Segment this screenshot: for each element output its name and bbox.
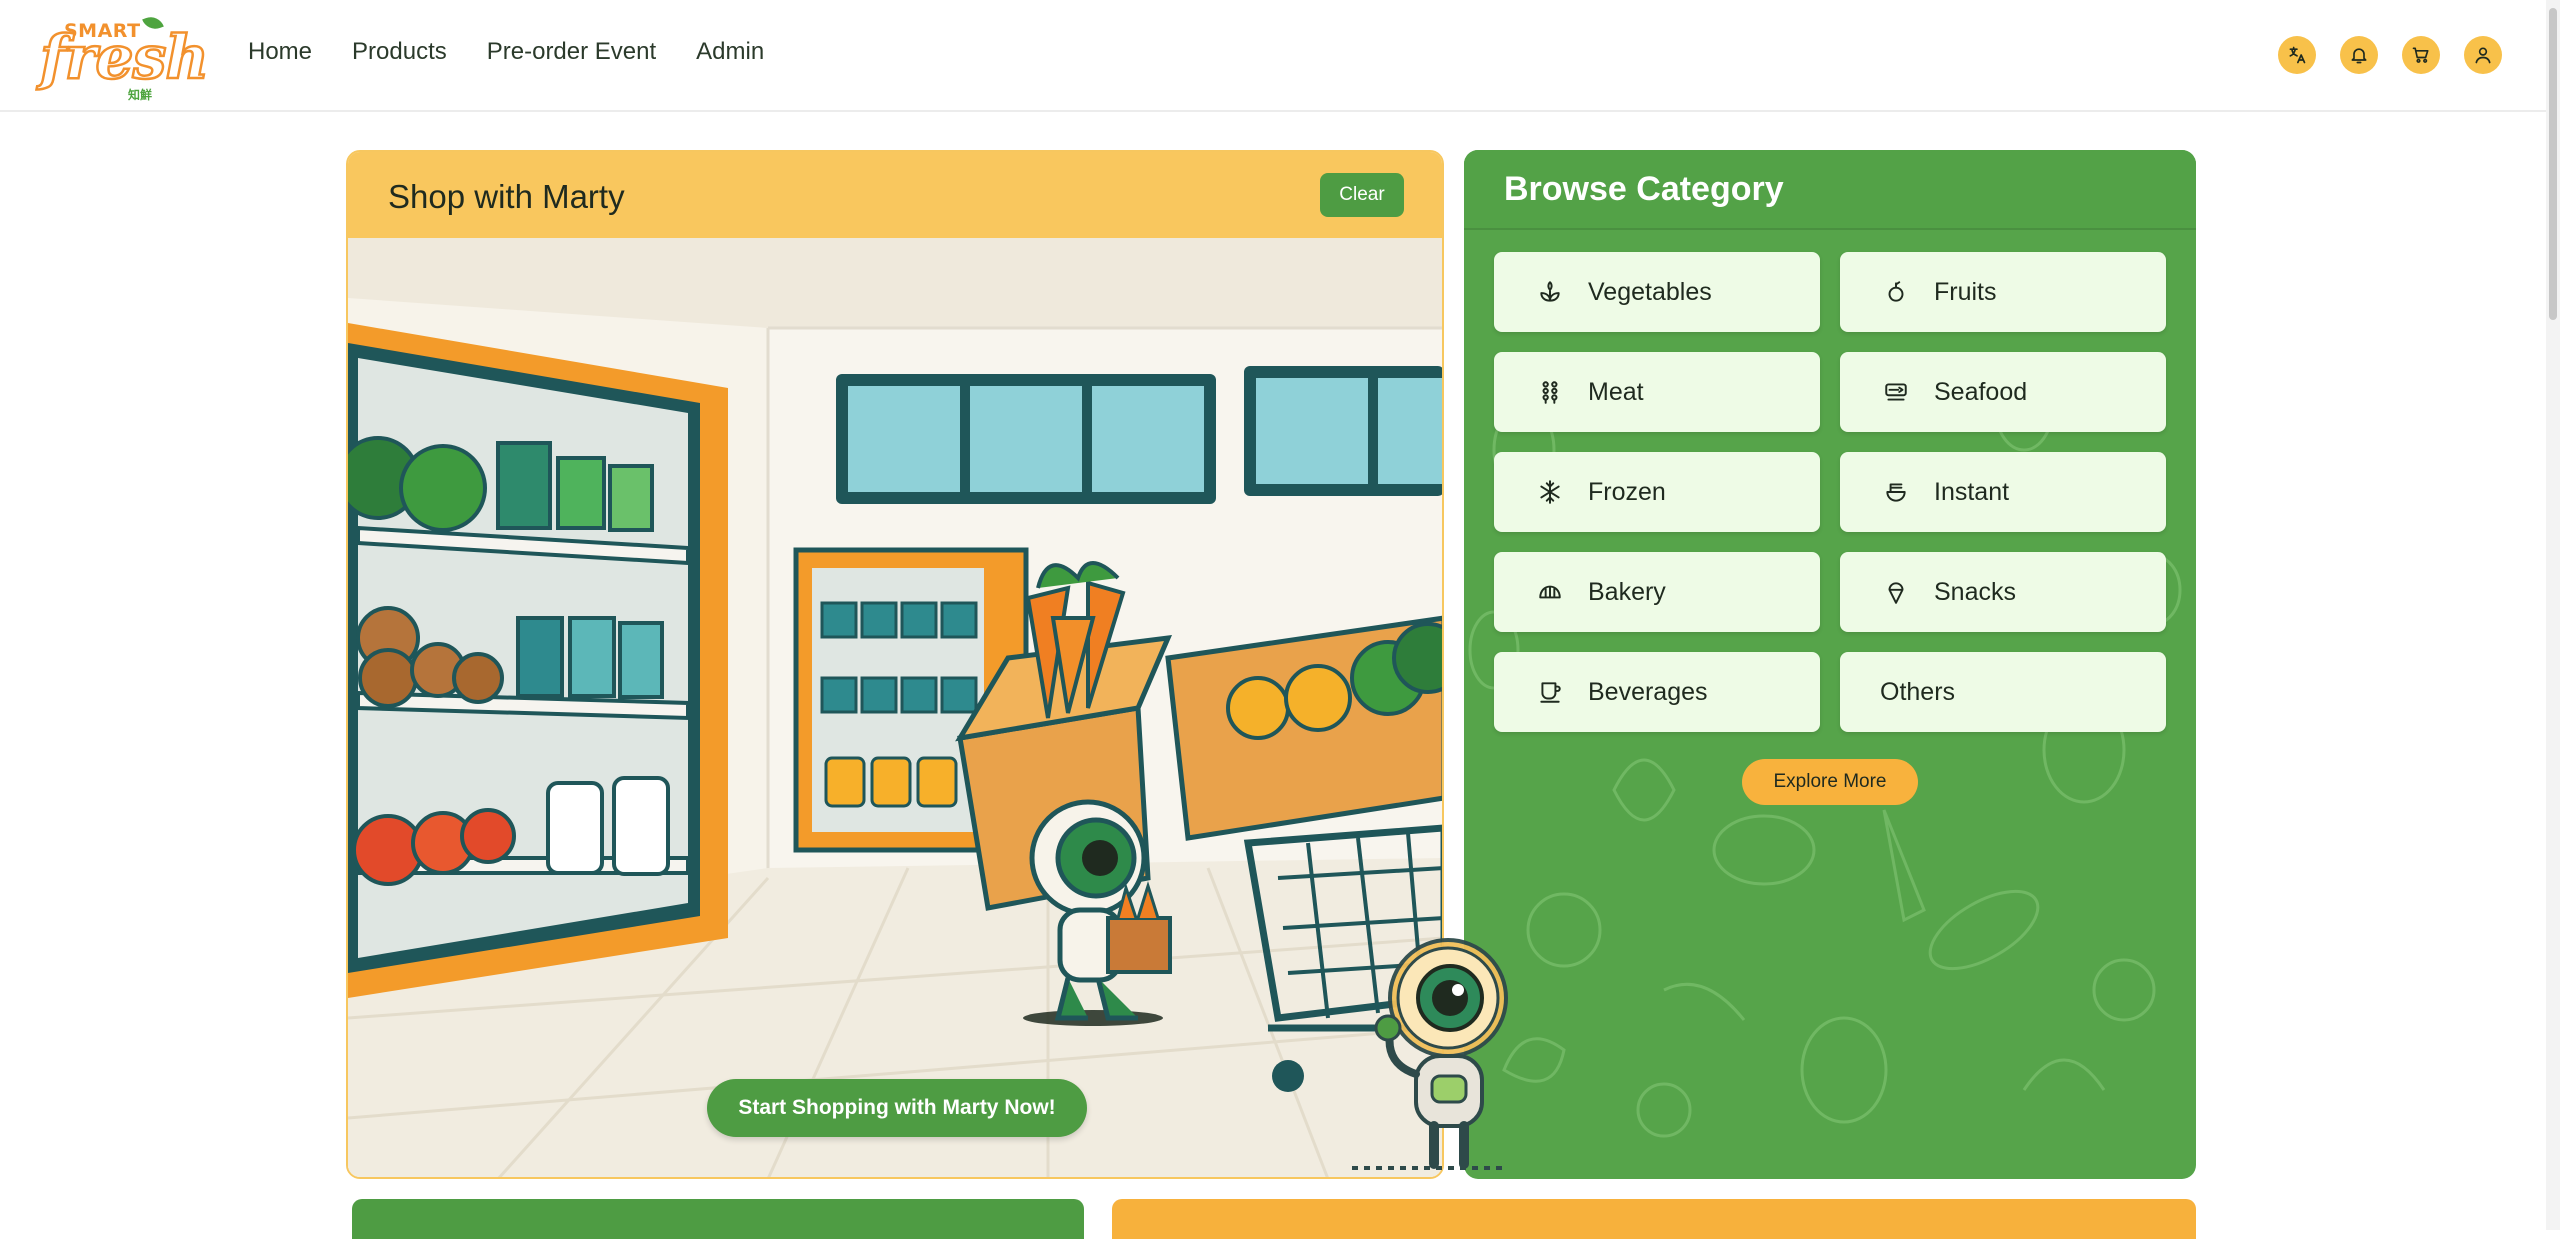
nav-link-home[interactable]: Home bbox=[248, 38, 312, 66]
logo-fresh-text: fresh bbox=[39, 23, 211, 93]
category-label: Frozen bbox=[1588, 477, 1666, 506]
category-label: Others bbox=[1880, 677, 1956, 706]
shop-card-header: Shop with Marty Clear bbox=[348, 152, 1442, 238]
category-bakery[interactable]: Bakery bbox=[1494, 552, 1820, 632]
user-icon[interactable] bbox=[2464, 36, 2502, 74]
nav-links: Home Products Pre-order Event Admin bbox=[248, 38, 764, 66]
category-others[interactable]: Others bbox=[1840, 652, 2166, 732]
category-fruits[interactable]: Fruits bbox=[1840, 252, 2166, 332]
top-navigation: SMART fresh 知鮮 Home Products Pre-order E… bbox=[0, 0, 2560, 112]
category-seafood[interactable]: Seafood bbox=[1840, 352, 2166, 432]
category-meat[interactable]: Meat bbox=[1494, 352, 1820, 432]
category-label: Vegetables bbox=[1588, 277, 1712, 306]
page-scrollbar[interactable] bbox=[2546, 0, 2560, 1230]
fish-icon bbox=[1876, 379, 1916, 405]
ice-cream-icon bbox=[1876, 579, 1916, 605]
apple-icon bbox=[1876, 279, 1916, 305]
snowflake-icon bbox=[1530, 479, 1570, 505]
category-label: Bakery bbox=[1588, 577, 1666, 606]
cup-icon bbox=[1530, 679, 1570, 705]
next-section-orange-card bbox=[1112, 1199, 2196, 1239]
explore-more-button[interactable]: Explore More bbox=[1742, 759, 1918, 805]
category-instant[interactable]: Instant bbox=[1840, 452, 2166, 532]
browse-category-title: Browse Category bbox=[1504, 170, 1784, 208]
croissant-icon bbox=[1530, 579, 1570, 605]
scrollbar-thumb[interactable] bbox=[2549, 8, 2557, 320]
category-frozen[interactable]: Frozen bbox=[1494, 452, 1820, 532]
category-snacks[interactable]: Snacks bbox=[1840, 552, 2166, 632]
nav-link-preorder-event[interactable]: Pre-order Event bbox=[487, 38, 656, 66]
meat-icon bbox=[1530, 379, 1570, 405]
category-beverages[interactable]: Beverages bbox=[1494, 652, 1820, 732]
shop-card-title: Shop with Marty bbox=[388, 178, 625, 215]
category-label: Fruits bbox=[1934, 277, 1997, 306]
category-grid: Vegetables Fruits Meat Seafood Frozen In… bbox=[1494, 252, 2166, 732]
noodle-icon bbox=[1876, 479, 1916, 505]
start-shopping-button[interactable]: Start Shopping with Marty Now! bbox=[707, 1079, 1087, 1137]
category-vegetables[interactable]: Vegetables bbox=[1494, 252, 1820, 332]
category-label: Instant bbox=[1934, 477, 2010, 506]
cart-icon[interactable] bbox=[2402, 36, 2440, 74]
nav-link-products[interactable]: Products bbox=[352, 38, 447, 66]
shop-with-marty-card: Shop with Marty Clear Start Shopping wit… bbox=[346, 150, 1444, 1179]
browse-category-panel: Browse Category Vegetables Fruits Meat S… bbox=[1464, 150, 2196, 1179]
bell-icon[interactable] bbox=[2340, 36, 2378, 74]
category-label: Snacks bbox=[1934, 577, 2016, 606]
smart-fresh-logo[interactable]: SMART fresh 知鮮 bbox=[39, 13, 210, 102]
clear-button[interactable]: Clear bbox=[1320, 173, 1404, 217]
nav-link-admin[interactable]: Admin bbox=[696, 38, 764, 66]
marty-robot-mascot[interactable] bbox=[1352, 936, 1528, 1176]
sprout-icon bbox=[1530, 279, 1570, 305]
category-label: Meat bbox=[1588, 377, 1644, 406]
nav-icon-group bbox=[2278, 36, 2502, 74]
translate-icon[interactable] bbox=[2278, 36, 2316, 74]
category-label: Beverages bbox=[1588, 677, 1708, 706]
category-label: Seafood bbox=[1934, 377, 2028, 406]
marty-store-illustration bbox=[348, 238, 1442, 1177]
next-section-green-card bbox=[352, 1199, 1084, 1239]
browse-category-header: Browse Category bbox=[1464, 150, 2196, 230]
logo-sub-text: 知鮮 bbox=[128, 88, 153, 102]
